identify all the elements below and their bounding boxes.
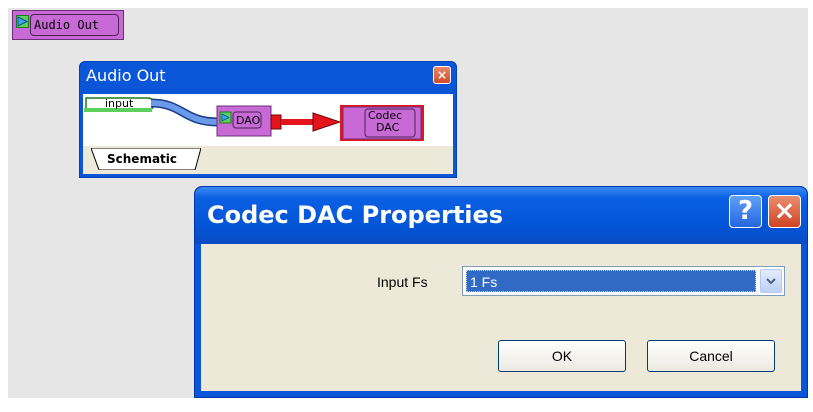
schematic-diagram: input DAO Codec DAC xyxy=(84,97,424,141)
tab-bar: Schematic xyxy=(83,146,453,174)
tab-label: Schematic xyxy=(107,152,178,166)
cancel-button[interactable]: Cancel xyxy=(647,340,775,372)
schematic-area[interactable]: input DAO Codec DAC xyxy=(83,94,453,146)
codec-label-line2: DAC xyxy=(376,121,400,134)
dialog-title: Codec DAC Properties xyxy=(207,201,504,229)
audio-out-block[interactable]: Audio Out xyxy=(12,10,124,40)
codec-dac-block[interactable]: Codec DAC xyxy=(340,105,424,141)
properties-dialog[interactable]: Codec DAC Properties ? × Input Fs 1 Fs O… xyxy=(194,186,808,398)
chevron-down-icon xyxy=(766,278,776,285)
red-arrow xyxy=(270,112,342,132)
window-title: Audio Out xyxy=(86,66,166,85)
play-port-icon xyxy=(16,15,29,28)
dao-label: DAO xyxy=(236,114,261,127)
help-button[interactable]: ? xyxy=(729,195,762,228)
input-node[interactable]: input xyxy=(84,97,155,112)
block-label: Audio Out xyxy=(30,14,119,36)
tab-schematic[interactable]: Schematic xyxy=(91,148,201,170)
input-fs-select[interactable]: 1 Fs xyxy=(462,266,785,296)
close-button[interactable]: × xyxy=(433,66,451,84)
schematic-window[interactable]: Audio Out × input DAO Codec DAC Schemati… xyxy=(79,61,457,178)
dialog-content: Input Fs 1 Fs OK Cancel xyxy=(201,244,801,391)
ok-button[interactable]: OK xyxy=(498,340,626,372)
dialog-titlebar[interactable]: Codec DAC Properties ? × xyxy=(195,187,807,244)
input-fs-label: Input Fs xyxy=(377,274,428,290)
dialog-close-button[interactable]: × xyxy=(768,195,801,228)
input-label: input xyxy=(105,97,134,110)
input-fs-value: 1 Fs xyxy=(466,270,756,292)
dropdown-button[interactable] xyxy=(760,269,782,293)
dao-block[interactable]: DAO xyxy=(216,105,272,137)
